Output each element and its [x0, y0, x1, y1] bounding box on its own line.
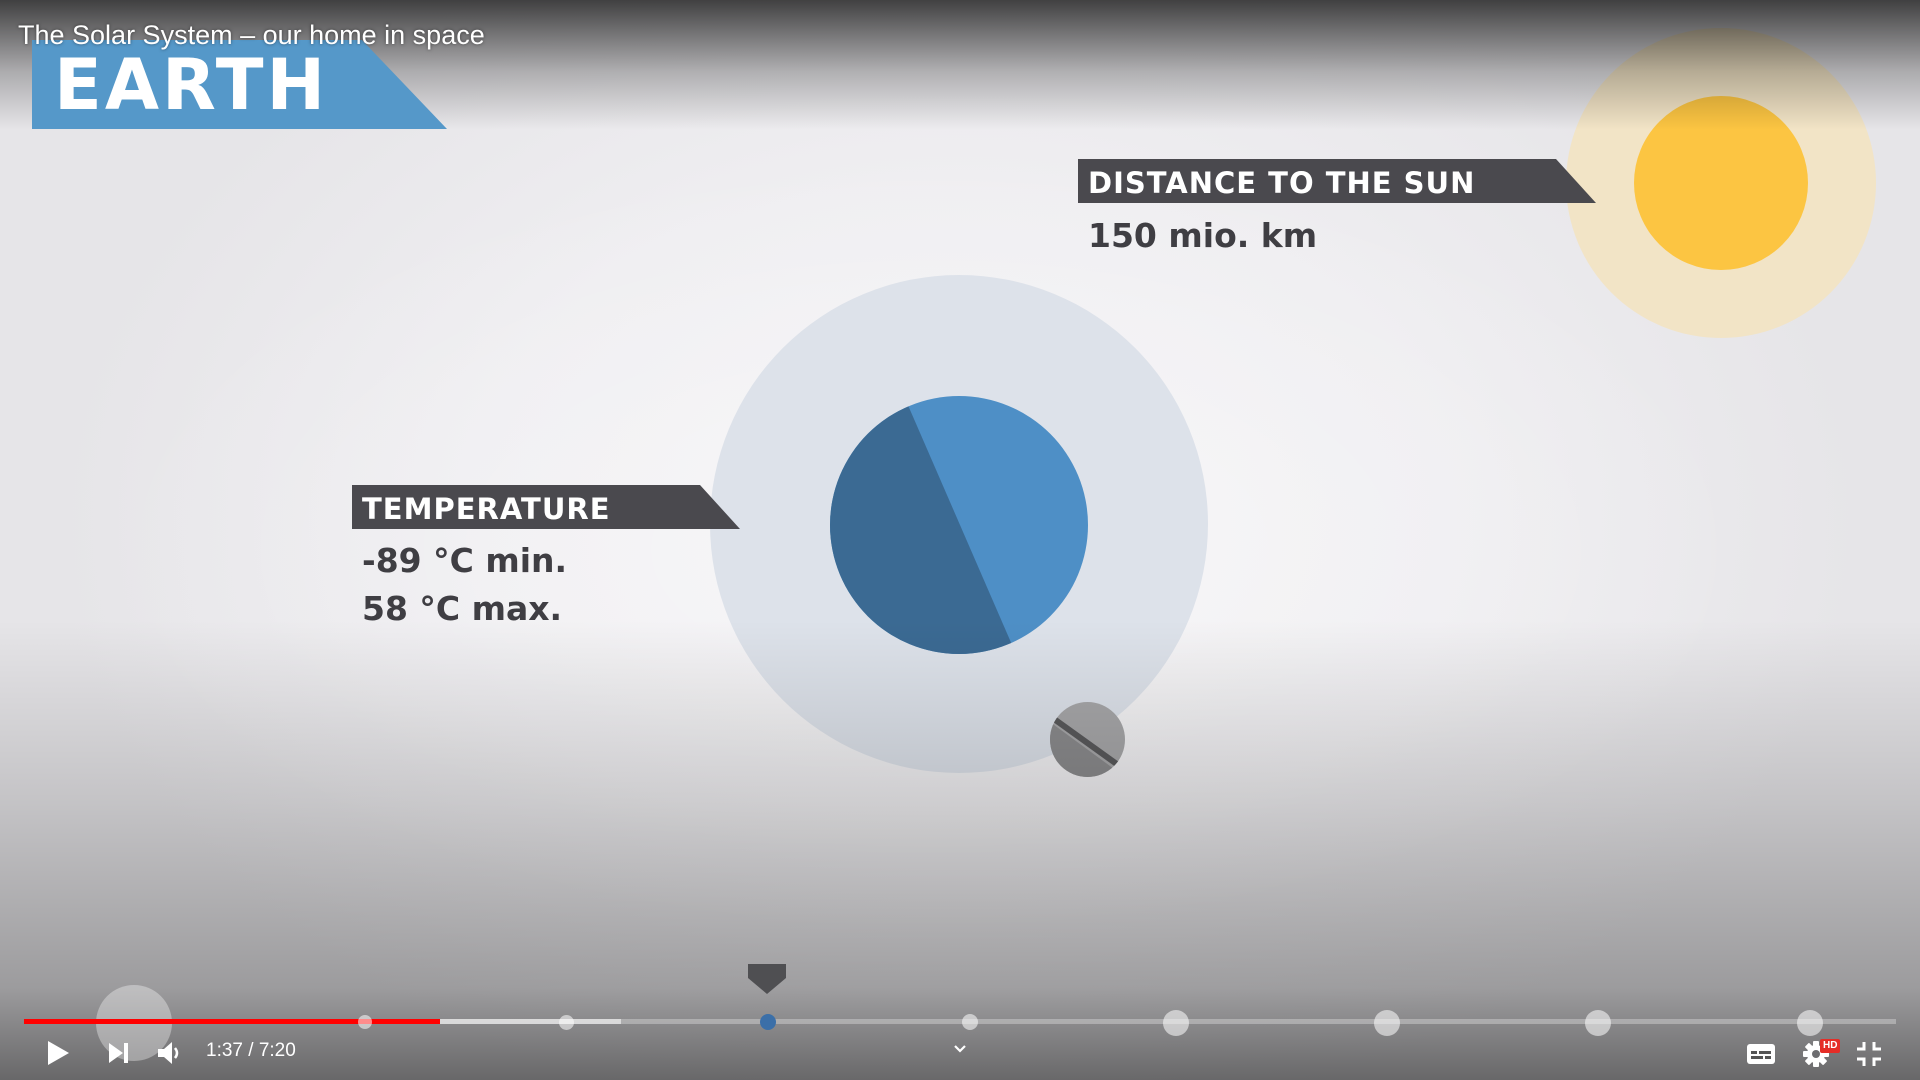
volume-button[interactable] [152, 1036, 188, 1070]
video-title[interactable]: The Solar System – our home in space [18, 20, 485, 51]
temperature-min: -89 °C min. [362, 541, 568, 580]
subtitles-button[interactable] [1742, 1038, 1780, 1070]
time-display: 1:37 / 7:20 [206, 1040, 296, 1061]
next-icon [109, 1043, 128, 1063]
hd-badge: HD [1820, 1039, 1841, 1053]
chevron-down-icon [954, 1045, 966, 1053]
distance-tag: DISTANCE TO THE SUN [1078, 159, 1596, 203]
progress-bar[interactable] [24, 1019, 1896, 1024]
chapter-toggle[interactable] [948, 1040, 972, 1058]
video-frame[interactable]: EARTH DISTANCE TO THE SUN 150 mio. km TE… [0, 0, 1920, 1080]
chapter-dot[interactable] [1163, 1010, 1189, 1036]
chapter-dot[interactable] [1585, 1010, 1611, 1036]
temperature-tag: TEMPERATURE [352, 485, 740, 529]
chapter-dot[interactable] [1374, 1010, 1400, 1036]
play-button[interactable] [40, 1036, 76, 1070]
distance-value: 150 mio. km [1088, 216, 1318, 255]
planet-name: EARTH [54, 44, 329, 126]
volume-icon [158, 1042, 179, 1064]
chapter-dot[interactable] [1797, 1010, 1823, 1036]
subtitles-icon [1747, 1044, 1775, 1064]
chapter-dot[interactable] [962, 1014, 978, 1030]
next-button[interactable] [102, 1036, 136, 1070]
chapter-dot[interactable] [559, 1015, 574, 1030]
distance-label: DISTANCE TO THE SUN [1088, 166, 1476, 200]
chapter-marker [748, 964, 786, 994]
controls-gradient [0, 620, 1920, 1080]
chapter-dot-current[interactable] [760, 1014, 776, 1030]
play-icon [48, 1041, 69, 1065]
planet-banner: EARTH [32, 40, 447, 129]
exit-fullscreen-button[interactable] [1850, 1036, 1888, 1072]
progress-played [24, 1019, 440, 1024]
temperature-max: 58 °C max. [362, 589, 563, 628]
exit-fullscreen-icon [1857, 1042, 1881, 1066]
temperature-label: TEMPERATURE [362, 492, 611, 526]
earth-planet [830, 396, 1088, 654]
chapter-dot[interactable] [358, 1015, 372, 1029]
